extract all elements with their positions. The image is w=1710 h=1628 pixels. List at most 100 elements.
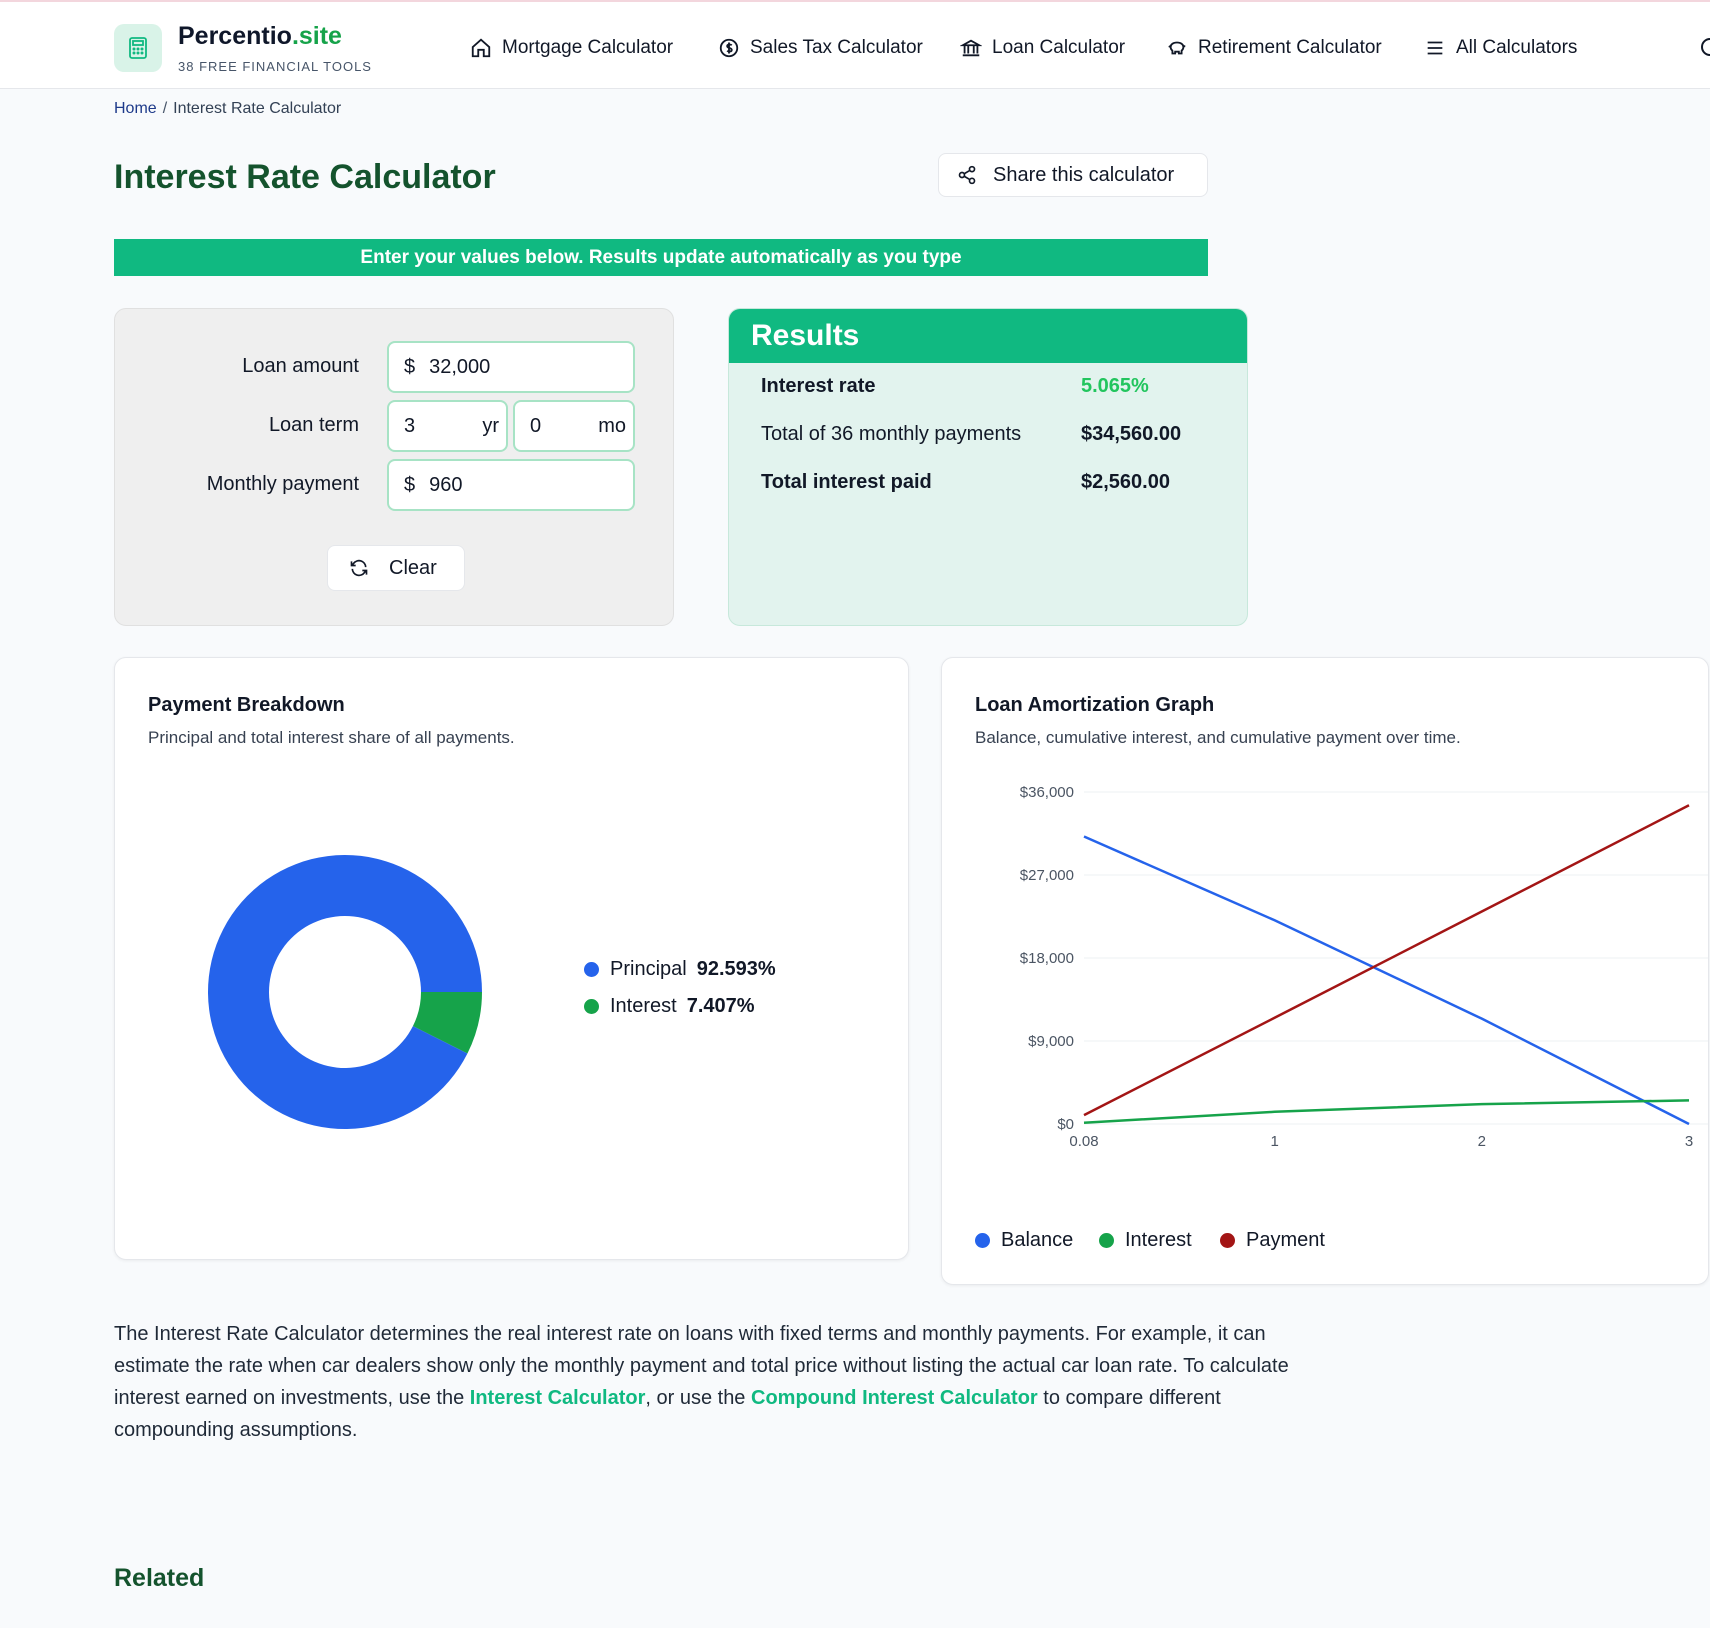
nav-sales-tax-calculator[interactable]: Sales Tax Calculator xyxy=(718,35,923,61)
clear-button[interactable]: Clear xyxy=(327,545,465,591)
payment-breakdown-subtitle: Principal and total interest share of al… xyxy=(148,728,515,747)
menu-icon xyxy=(1427,41,1443,55)
page-title: Interest Rate Calculator xyxy=(114,158,496,196)
loan-amount-label: Loan amount xyxy=(242,355,359,377)
share-icon xyxy=(958,165,976,185)
y-tick-label: $18,000 xyxy=(1020,950,1074,967)
legend-interest-line: Interest xyxy=(1099,1229,1192,1252)
compound-interest-calculator-link[interactable]: Compound Interest Calculator xyxy=(751,1387,1038,1409)
nav-mortgage-label: Mortgage Calculator xyxy=(502,37,674,58)
piggy-bank-icon xyxy=(1168,41,1186,55)
interest-series-line xyxy=(1083,1099,1690,1125)
monthly-payment-value: 960 xyxy=(429,473,463,496)
principal-legend-label: Principal xyxy=(610,958,687,980)
search-icon[interactable] xyxy=(1700,37,1710,59)
nav-all-calculators[interactable]: All Calculators xyxy=(1424,35,1577,61)
payment-donut-chart xyxy=(207,855,482,1129)
loan-term-years-input[interactable]: 3 yr xyxy=(387,400,508,452)
share-button[interactable]: Share this calculator xyxy=(938,153,1208,197)
calculator-logo-icon[interactable] xyxy=(114,24,162,72)
nav-loan-label: Loan Calculator xyxy=(992,37,1126,58)
legend-balance: Balance xyxy=(975,1229,1073,1252)
x-tick-label: 0.08 xyxy=(1069,1133,1098,1150)
interest-legend-label: Interest xyxy=(610,995,677,1017)
loan-term-months-unit: mo xyxy=(598,414,626,437)
balance-series-line xyxy=(1083,835,1690,1126)
y-tick-label: $9,000 xyxy=(1028,1033,1074,1050)
brand-name[interactable]: Percentio.site xyxy=(178,22,342,51)
loan-amount-currency: $ xyxy=(404,355,416,378)
payment-legend-label: Payment xyxy=(1246,1229,1325,1251)
nav-retirement-label: Retirement Calculator xyxy=(1198,37,1382,58)
loan-term-label: Loan term xyxy=(268,414,359,436)
calculator-description: The Interest Rate Calculator determines … xyxy=(114,1318,1314,1446)
total-payments-label: Total of 36 monthly payments xyxy=(761,423,1022,445)
input-panel: Loan amount $ 32,000 Loan term 3 yr 0 mo… xyxy=(114,308,674,626)
total-payments-value: $34,560.00 xyxy=(1081,423,1182,445)
breadcrumb-separator: / xyxy=(162,100,168,117)
legend-interest: Interest 7.407% xyxy=(584,995,755,1018)
x-tick-label: 2 xyxy=(1478,1133,1486,1150)
payment-series-line xyxy=(1083,804,1690,1117)
home-icon xyxy=(471,38,491,58)
amortization-title: Loan Amortization Graph xyxy=(975,694,1215,716)
loan-amount-value: 32,000 xyxy=(429,355,491,378)
payment-breakdown-title: Payment Breakdown xyxy=(148,694,345,716)
total-interest-value: $2,560.00 xyxy=(1081,471,1170,493)
legend-payment: Payment xyxy=(1220,1229,1325,1252)
breadcrumb: Home / Interest Rate Calculator xyxy=(114,100,341,118)
monthly-payment-currency: $ xyxy=(404,473,416,496)
interest-legend-value: 7.407% xyxy=(686,995,755,1017)
nav-retirement-calculator[interactable]: Retirement Calculator xyxy=(1166,35,1382,61)
nav-sales-tax-label: Sales Tax Calculator xyxy=(750,37,923,58)
description-text-2: , or use the xyxy=(645,1387,751,1409)
interest-calculator-link[interactable]: Interest Calculator xyxy=(470,1387,646,1409)
breadcrumb-home-link[interactable]: Home xyxy=(114,100,157,117)
bank-icon xyxy=(960,39,982,57)
related-heading: Related xyxy=(114,1564,205,1592)
balance-legend-dot xyxy=(975,1233,990,1248)
balance-legend-label: Balance xyxy=(1001,1229,1074,1251)
brand-name-text: Percentio xyxy=(178,22,292,50)
instruction-banner: Enter your values below. Results update … xyxy=(114,239,1208,276)
y-tick-label: $36,000 xyxy=(1020,784,1074,801)
amortization-subtitle: Balance, cumulative interest, and cumula… xyxy=(975,728,1461,747)
monthly-payment-input[interactable]: $ 960 xyxy=(387,459,635,511)
y-tick-label: $27,000 xyxy=(1020,867,1074,884)
payment-legend-dot xyxy=(1220,1233,1235,1248)
brand-tagline: 38 FREE FINANCIAL TOOLS xyxy=(178,59,372,74)
breadcrumb-current: Interest Rate Calculator xyxy=(173,100,342,117)
amortization-graph-card: Loan Amortization Graph Balance, cumulat… xyxy=(941,657,1709,1285)
interest-legend-dot xyxy=(584,999,599,1014)
loan-term-years-unit: yr xyxy=(482,414,499,437)
payment-breakdown-card: Payment Breakdown Principal and total in… xyxy=(114,657,909,1260)
nav-mortgage-calculator[interactable]: Mortgage Calculator xyxy=(470,35,673,61)
principal-legend-dot xyxy=(584,962,599,977)
refresh-icon xyxy=(350,559,368,577)
interest-line-legend-label: Interest xyxy=(1125,1229,1192,1251)
interest-line-legend-dot xyxy=(1099,1233,1114,1248)
x-tick-label: 3 xyxy=(1685,1133,1693,1150)
clear-button-label: Clear xyxy=(389,556,437,579)
donut-slice-principal xyxy=(207,855,482,1129)
legend-principal: Principal 92.593% xyxy=(584,958,776,981)
y-tick-label: $0 xyxy=(1057,1116,1074,1133)
loan-term-months-value: 0 xyxy=(530,414,542,437)
x-tick-label: 1 xyxy=(1270,1133,1278,1150)
top-navigation-bar: Percentio.site 38 FREE FINANCIAL TOOLS M… xyxy=(0,0,1710,89)
monthly-payment-label: Monthly payment xyxy=(206,473,359,495)
total-interest-label: Total interest paid xyxy=(761,471,932,493)
loan-amount-input[interactable]: $ 32,000 xyxy=(387,341,635,393)
results-title: Results xyxy=(729,309,1247,363)
loan-term-months-input[interactable]: 0 mo xyxy=(513,400,635,452)
brand-tld: .site xyxy=(291,22,342,50)
nav-all-calculators-label: All Calculators xyxy=(1456,37,1578,58)
interest-rate-value: 5.065% xyxy=(1081,375,1149,397)
principal-legend-value: 92.593% xyxy=(696,958,776,980)
nav-loan-calculator[interactable]: Loan Calculator xyxy=(960,35,1125,61)
interest-rate-label: Interest rate xyxy=(761,375,876,397)
dollar-circle-icon xyxy=(719,38,739,58)
share-button-label: Share this calculator xyxy=(993,163,1175,186)
results-panel: Results Interest rate 5.065% Total of 36… xyxy=(728,308,1248,626)
amortization-line-chart: $0 $9,000 $18,000 $27,000 $36,000 0.08 1 2 3 xyxy=(1020,784,1708,1150)
